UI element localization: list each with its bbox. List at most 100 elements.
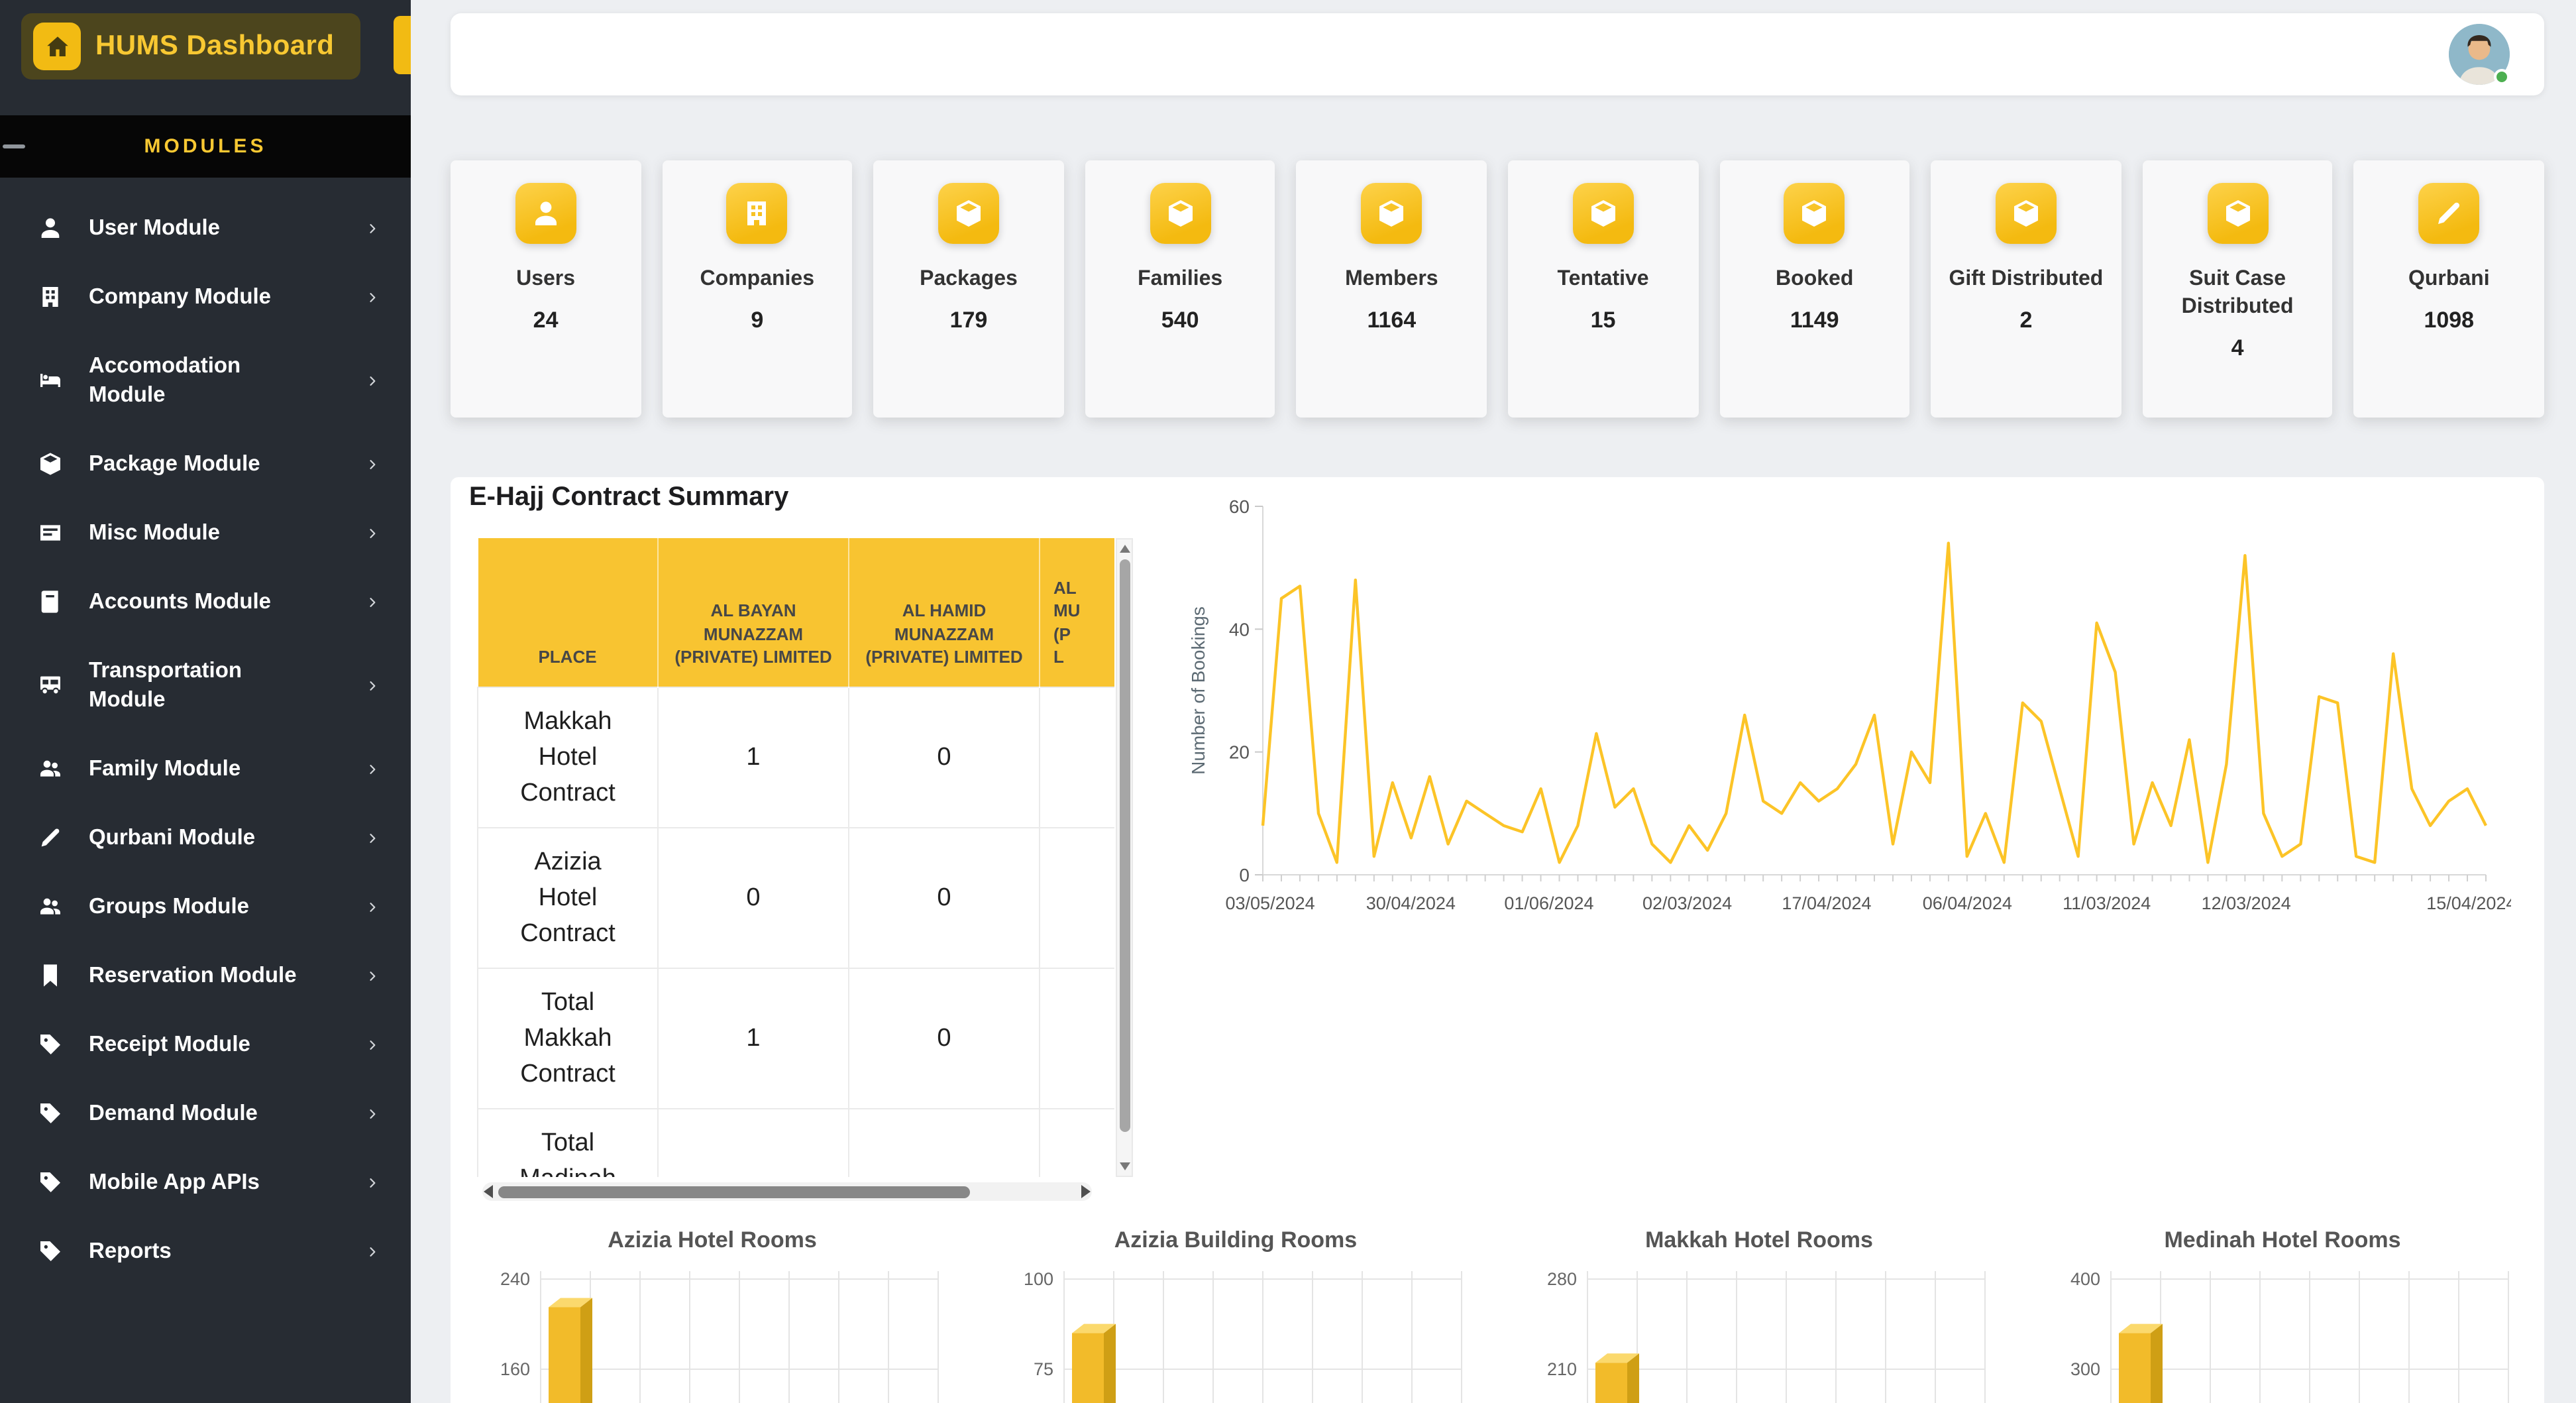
svg-text:06/04/2024: 06/04/2024: [1923, 893, 2012, 913]
sidebar-item-user-module[interactable]: User Module: [0, 194, 411, 262]
package-icon: [37, 451, 66, 477]
stat-card-companies[interactable]: Companies9: [662, 160, 852, 418]
sidebar-item-mobile-app-apis[interactable]: Mobile App APIs: [0, 1148, 411, 1217]
sidebar-item-accounts-module[interactable]: Accounts Module: [0, 567, 411, 636]
svg-text:11/03/2024: 11/03/2024: [2063, 893, 2151, 913]
table-cell-value: [1040, 827, 1114, 968]
box-icon: [1996, 183, 2057, 244]
stat-card-gift-distributed[interactable]: Gift Distributed 2: [1931, 160, 2121, 418]
family-icon: [37, 756, 66, 782]
scroll-right-arrow-icon[interactable]: [1081, 1185, 1091, 1198]
table-cell-value: [849, 1108, 1040, 1177]
bar-chart-title: Azizia Hotel Rooms: [608, 1227, 817, 1257]
scroll-left-arrow-icon[interactable]: [484, 1185, 493, 1198]
stat-card-suit-case-distributed[interactable]: Suit Case Distributed4: [2143, 160, 2333, 418]
user-avatar[interactable]: [2449, 24, 2510, 85]
sidebar-item-misc-module[interactable]: Misc Module: [0, 498, 411, 567]
scroll-up-arrow-icon[interactable]: [1120, 545, 1130, 553]
vertical-scrollbar[interactable]: [1116, 538, 1133, 1177]
bar-chart-title: Makkah Hotel Rooms: [1645, 1227, 1873, 1257]
table-header-company-3: AL MU (P L: [1040, 538, 1114, 687]
chevron-right-icon: [366, 1241, 379, 1261]
chevron-right-icon: [366, 454, 379, 474]
svg-text:30/04/2024: 30/04/2024: [1366, 893, 1456, 913]
chevron-right-icon: [366, 1035, 379, 1054]
sidebar-item-label: Accomodation Module: [89, 351, 366, 410]
modules-menu: User Module Company Module Accomodation Mo…: [0, 178, 411, 1286]
sidebar-item-groups-module[interactable]: Groups Module: [0, 872, 411, 941]
main-content: Users24Companies9Packages179Families540M…: [411, 0, 2576, 1403]
tag-icon: [37, 1169, 66, 1196]
sidebar-item-family-module[interactable]: Family Module: [0, 734, 411, 803]
stats-row: Users24Companies9Packages179Families540M…: [451, 160, 2544, 418]
scroll-down-arrow-icon[interactable]: [1120, 1162, 1130, 1170]
sidebar-item-reports[interactable]: Reports: [0, 1217, 411, 1286]
home-icon: [33, 23, 81, 70]
box-icon: [1784, 183, 1845, 244]
box-icon: [1150, 183, 1210, 244]
sidebar-item-package-module[interactable]: Package Module: [0, 429, 411, 498]
tag-icon: [37, 1100, 66, 1127]
stat-card-qurbani[interactable]: Qurbani1098: [2354, 160, 2544, 418]
hums-dashboard: HUMS Dashboard MODULES User Module Compan…: [0, 0, 2576, 1403]
tag-icon: [37, 1238, 66, 1264]
user-icon: [37, 215, 66, 241]
building-icon: [37, 284, 66, 310]
sidebar-item-demand-module[interactable]: Demand Module: [0, 1079, 411, 1148]
sidebar-item-label: User Module: [89, 213, 366, 243]
sidebar-item-accomodation-module[interactable]: Accomodation Module: [0, 331, 411, 429]
stat-card-users[interactable]: Users24: [451, 160, 641, 418]
stat-card-booked[interactable]: Booked1149: [1719, 160, 1909, 418]
stat-label: Companies: [700, 265, 815, 293]
makkah-hotel-rooms-chart: 280210: [1507, 1261, 2011, 1403]
stat-card-families[interactable]: Families540: [1085, 160, 1275, 418]
sidebar-item-transportation-module[interactable]: Transportation Module: [0, 636, 411, 734]
table-cell-value: 0: [849, 687, 1040, 827]
stat-value: 540: [1161, 308, 1199, 334]
sidebar-item-receipt-module[interactable]: Receipt Module: [0, 1010, 411, 1079]
bar-chart-title: Medinah Hotel Rooms: [2164, 1227, 2400, 1257]
chevron-right-icon: [366, 592, 379, 612]
svg-text:01/06/2024: 01/06/2024: [1504, 893, 1593, 913]
stat-card-members[interactable]: Members1164: [1297, 160, 1487, 418]
svg-text:160: 160: [500, 1359, 529, 1379]
svg-text:03/05/2024: 03/05/2024: [1226, 893, 1315, 913]
sidebar-item-qurbani-module[interactable]: Qurbani Module: [0, 803, 411, 872]
stat-label: Gift Distributed: [1949, 265, 2103, 293]
modules-header: MODULES: [144, 135, 267, 158]
table-row: Total Makkah Contract10: [478, 968, 1114, 1108]
svg-text:Number of Bookings: Number of Bookings: [1188, 606, 1208, 775]
chevron-right-icon: [366, 287, 379, 307]
sidebar-toggle[interactable]: [394, 16, 411, 74]
bed-icon: [37, 367, 66, 394]
stat-value: 4: [2231, 335, 2244, 362]
table-cell-place: Makkah Hotel Contract: [478, 687, 658, 827]
stat-label: Users: [516, 265, 575, 293]
table-row: Makkah Hotel Contract10: [478, 687, 1114, 827]
horizontal-scroll-thumb[interactable]: [498, 1186, 970, 1198]
sidebar-item-label: Company Module: [89, 282, 366, 311]
sidebar-item-label: Misc Module: [89, 518, 366, 547]
bookings-line-chart: 020406003/05/202430/04/202401/06/202402/…: [1186, 488, 2511, 945]
vertical-scroll-thumb[interactable]: [1119, 559, 1130, 1132]
stat-card-tentative[interactable]: Tentative15: [1508, 160, 1698, 418]
svg-text:280: 280: [1546, 1269, 1576, 1289]
azizia-hotel-rooms-chart: 240160: [460, 1261, 964, 1403]
stat-value: 2: [2019, 308, 2032, 334]
stat-card-packages[interactable]: Packages179: [873, 160, 1063, 418]
modules-bar: MODULES: [0, 115, 411, 178]
svg-text:75: 75: [1033, 1359, 1053, 1379]
table-cell-value: 0: [849, 827, 1040, 968]
brand-badge[interactable]: HUMS Dashboard: [21, 13, 360, 80]
horizontal-scrollbar[interactable]: [482, 1182, 1092, 1201]
sidebar-item-label: Reservation Module: [89, 961, 366, 990]
sidebar-item-company-module[interactable]: Company Module: [0, 262, 411, 331]
stat-value: 1149: [1790, 308, 1839, 334]
stat-value: 1164: [1367, 308, 1416, 334]
sidebar: HUMS Dashboard MODULES User Module Compan…: [0, 0, 411, 1403]
table-row: Azizia Hotel Contract00: [478, 827, 1114, 968]
sidebar-item-reservation-module[interactable]: Reservation Module: [0, 941, 411, 1010]
table-cell-place: Total Makkah Contract: [478, 968, 658, 1108]
table-header-row: PLACEAL BAYAN MUNAZZAM (PRIVATE) LIMITED…: [478, 538, 1114, 687]
tag-icon: [37, 1031, 66, 1058]
